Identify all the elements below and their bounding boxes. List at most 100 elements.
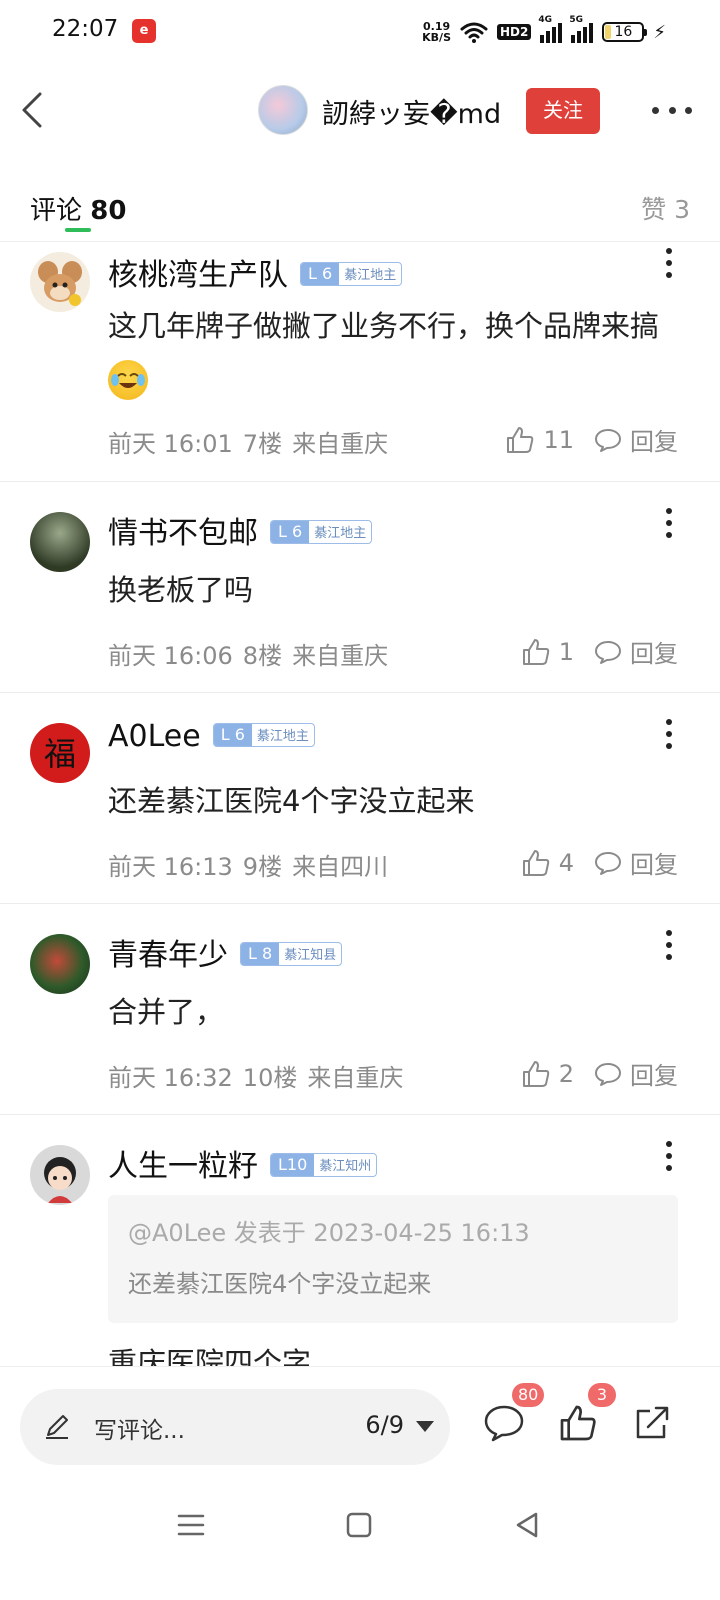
like-count-badge: 3 xyxy=(588,1383,616,1407)
laughing-crying-emoji-icon xyxy=(108,360,148,400)
author-name[interactable]: 訒綍ッ妄�md xyxy=(322,92,501,131)
comment-floor: 9楼 xyxy=(242,853,283,881)
comment-username[interactable]: 情书不包邮 L 6 綦江地主 xyxy=(108,508,373,552)
avatar[interactable] xyxy=(30,934,90,994)
thumbs-up-icon[interactable] xyxy=(521,848,551,878)
comment-username[interactable]: 核桃湾生产队 L 6 綦江地主 xyxy=(108,250,403,294)
write-comment-input[interactable]: 写评论... 6/9 xyxy=(20,1389,450,1465)
tab-comments[interactable]: 评论 80 xyxy=(30,190,126,227)
app-notification-icon: e xyxy=(132,19,156,43)
comment-location: 来自四川 xyxy=(292,853,389,881)
user-level-badge: L 6 綦江地主 xyxy=(212,722,315,747)
comment-location: 来自重庆 xyxy=(292,430,389,458)
pen-icon xyxy=(46,1415,68,1439)
username-text: 情书不包邮 xyxy=(108,516,258,551)
quoted-comment[interactable]: @A0Lee 发表于 2023-04-25 16:13 还差綦江医院4个字没立起… xyxy=(108,1195,678,1323)
rank-title: 綦江地主 xyxy=(344,268,397,283)
reply-bubble-icon[interactable] xyxy=(594,639,622,665)
page-indicator[interactable]: 6/9 xyxy=(365,1411,404,1439)
comment-actions: 1 回复 xyxy=(521,634,678,669)
home-icon[interactable] xyxy=(344,1510,374,1540)
back-triangle-icon[interactable] xyxy=(512,1510,542,1540)
rank-title: 綦江知县 xyxy=(284,948,337,963)
signal-4g-label: 4G xyxy=(538,15,553,25)
comment-more-icon[interactable] xyxy=(666,508,674,538)
signal-5g-label: 5G xyxy=(569,15,584,25)
comment-more-icon[interactable] xyxy=(666,1141,674,1171)
comment-text: 换老板了吗 xyxy=(108,573,254,607)
thumbs-up-icon[interactable] xyxy=(558,1403,598,1443)
avatar[interactable]: 福 xyxy=(30,723,90,783)
like-count: 11 xyxy=(543,425,574,454)
more-options-icon[interactable] xyxy=(652,100,692,120)
thumbs-up-icon[interactable] xyxy=(505,425,535,455)
comment-time: 前天 16:01 xyxy=(108,430,233,458)
comment-username[interactable]: A0Lee L 6 綦江地主 xyxy=(108,719,315,754)
like-count: 2 xyxy=(558,1059,574,1088)
comment-text: 还差綦江医院4个字没立起来 xyxy=(108,784,475,818)
reply-button[interactable]: 回复 xyxy=(630,422,678,457)
comment-meta: 前天 16:01 7楼 来自重庆 xyxy=(108,424,398,459)
avatar[interactable] xyxy=(30,1145,90,1205)
author-avatar[interactable] xyxy=(258,85,308,135)
comment-item: 情书不包邮 L 6 綦江地主 换老板了吗 前天 16:06 8楼 来自重庆 1 回复 xyxy=(0,482,720,693)
comment-username[interactable]: 人生一粒籽 L10 綦江知州 xyxy=(108,1141,378,1185)
menu-icon[interactable] xyxy=(176,1512,206,1538)
back-arrow-icon[interactable] xyxy=(18,90,48,130)
follow-button[interactable]: 关注 xyxy=(526,88,600,134)
comment-more-icon[interactable] xyxy=(666,719,674,749)
reply-button[interactable]: 回复 xyxy=(630,1056,678,1091)
comment-count-badge: 80 xyxy=(512,1383,545,1407)
avatar[interactable] xyxy=(30,252,90,312)
signal-4g-icon: 4G xyxy=(538,15,563,43)
top-nav: 訒綍ッ妄�md 关注 xyxy=(0,70,720,150)
bottom-action-bar: 写评论... 6/9 80 3 xyxy=(0,1366,720,1486)
quote-body: 还差綦江医院4个字没立起来 xyxy=(128,1270,432,1298)
tab-likes[interactable]: 赞 3 xyxy=(641,190,690,226)
reply-button[interactable]: 回复 xyxy=(630,634,678,669)
tab-comments-label: 评论 xyxy=(30,196,83,226)
thumbs-up-icon[interactable] xyxy=(521,637,551,667)
charging-icon: ⚡ xyxy=(653,21,666,43)
chevron-down-icon[interactable] xyxy=(416,1421,434,1432)
comment-floor: 8楼 xyxy=(242,642,283,670)
comment-bubble-icon[interactable] xyxy=(482,1403,526,1443)
comment-more-icon[interactable] xyxy=(666,930,674,960)
like-count: 1 xyxy=(558,637,574,666)
write-comment-placeholder: 写评论... xyxy=(94,1418,185,1444)
reply-bubble-icon[interactable] xyxy=(594,427,622,453)
status-bar: 22:07 e 0.19 KB/S HD2 4G 5G 16 ⚡ xyxy=(0,0,720,64)
level-label: L 6 xyxy=(271,520,310,543)
rank-title: 綦江知州 xyxy=(319,1159,372,1174)
rank-title: 綦江地主 xyxy=(314,526,367,541)
comment-text: 重庆医院四个字 xyxy=(108,1346,312,1366)
avatar[interactable] xyxy=(30,512,90,572)
reply-button[interactable]: 回复 xyxy=(630,845,678,880)
user-level-badge: L 6 綦江地主 xyxy=(300,261,403,286)
comment-actions: 2 回复 xyxy=(521,1056,678,1091)
battery-level: 16 xyxy=(614,24,633,40)
reply-bubble-icon[interactable] xyxy=(594,850,622,876)
comment-text-content: 这几年牌子做撇了业务不行，换个品牌来搞 xyxy=(108,309,660,343)
share-icon[interactable] xyxy=(632,1403,672,1443)
rank-title: 綦江地主 xyxy=(256,729,309,744)
status-indicators: 0.19 KB/S HD2 4G 5G 16 ⚡ xyxy=(422,15,666,46)
comment-meta: 前天 16:32 10楼 来自重庆 xyxy=(108,1058,413,1093)
thumbs-up-icon[interactable] xyxy=(521,1059,551,1089)
comment-meta: 前天 16:13 9楼 来自四川 xyxy=(108,847,398,882)
level-label: L 8 xyxy=(241,942,280,965)
comment-item: 人生一粒籽 L10 綦江知州 @A0Lee 发表于 2023-04-25 16:13… xyxy=(0,1115,720,1366)
tab-bar: 评论 80 赞 3 xyxy=(0,180,720,242)
hd-badge: HD2 xyxy=(497,24,532,40)
comment-actions: 11 回复 xyxy=(505,422,678,457)
comment-more-icon[interactable] xyxy=(666,248,674,278)
comment-time: 前天 16:32 xyxy=(108,1064,233,1092)
comment-meta: 前天 16:06 8楼 来自重庆 xyxy=(108,636,398,671)
comment-floor: 7楼 xyxy=(242,430,283,458)
like-count: 4 xyxy=(558,848,574,877)
comment-username[interactable]: 青春年少 L 8 綦江知县 xyxy=(108,930,343,974)
comment-text: 合并了， xyxy=(108,995,225,1029)
comment-item: 福 A0Lee L 6 綦江地主 还差綦江医院4个字没立起来 前天 16:13 9楼来… xyxy=(0,693,720,904)
net-speed-unit: KB/S xyxy=(422,31,451,44)
reply-bubble-icon[interactable] xyxy=(594,1061,622,1087)
